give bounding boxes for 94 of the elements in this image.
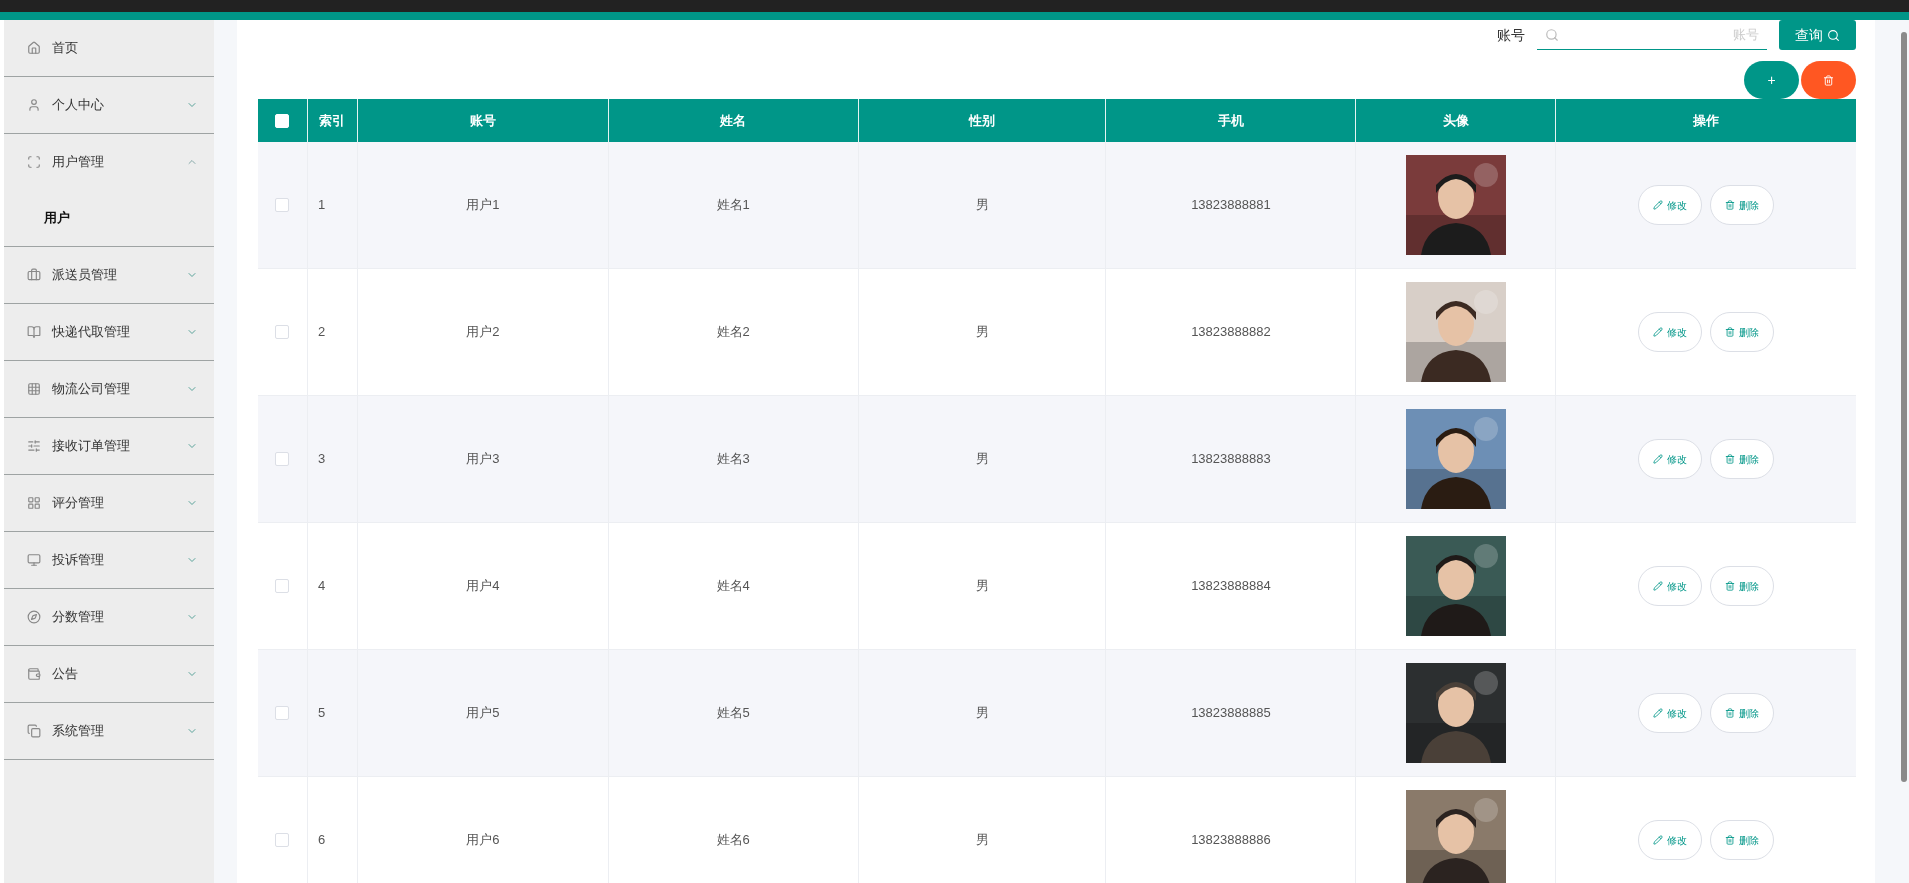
table-cell-text: 2: [317, 323, 326, 342]
edit-button[interactable]: 修改: [1638, 820, 1703, 860]
table-cell-text: 13823888885: [1191, 704, 1271, 723]
table-cell-text: 用户6: [466, 831, 500, 850]
add-button[interactable]: +: [1744, 61, 1799, 99]
checkbox[interactable]: [275, 833, 290, 847]
trash-icon: [1725, 581, 1736, 591]
sidebar-item[interactable]: 系统管理: [4, 703, 214, 759]
column-header: 操作: [1692, 111, 1721, 130]
search-icon: [1545, 28, 1559, 42]
table-cell-text: 用户4: [466, 577, 500, 596]
sidebar-item[interactable]: 派送员管理: [4, 247, 214, 303]
table-cell-text: 4: [317, 577, 326, 596]
checkbox[interactable]: [275, 706, 290, 720]
table-cell-text: 男: [975, 704, 989, 723]
menu-icon: [27, 496, 41, 510]
menu-icon: [27, 382, 41, 396]
pencil-icon: [1653, 454, 1664, 464]
sidebar-item[interactable]: 接收订单管理: [4, 418, 214, 474]
table-cell-text: 用户5: [466, 704, 500, 723]
table-cell-text: 13823888886: [1191, 831, 1271, 850]
trash-icon: [1725, 327, 1736, 337]
table-cell-text: 用户1: [466, 196, 500, 215]
table-cell-text: 13823888882: [1191, 323, 1271, 342]
table-cell-text: 姓名6: [716, 831, 750, 850]
scrollbar[interactable]: [1901, 32, 1907, 782]
table-cell-text: 用户2: [466, 323, 500, 342]
trash-icon: [1725, 454, 1736, 464]
pencil-icon: [1653, 581, 1664, 591]
table-cell-text: 用户3: [466, 450, 500, 469]
menu-icon: [27, 553, 41, 567]
table-cell-text: 13823888883: [1191, 450, 1271, 469]
checkbox[interactable]: [275, 452, 290, 466]
sidebar-item[interactable]: 评分管理: [4, 475, 214, 531]
edit-button[interactable]: 修改: [1638, 439, 1703, 479]
row-delete-button[interactable]: 删除: [1710, 185, 1775, 225]
checkbox[interactable]: [275, 198, 290, 212]
sidebar-item[interactable]: 首页: [4, 20, 214, 76]
pencil-icon: [1653, 327, 1664, 337]
menu-icon: [27, 610, 41, 624]
search-label: 账号: [1497, 25, 1525, 45]
table-cell-text: 姓名3: [716, 450, 750, 469]
menu-icon: [27, 724, 41, 738]
trash-icon: [1725, 200, 1736, 210]
menu-icon: [27, 98, 41, 112]
edit-button[interactable]: 修改: [1638, 566, 1703, 606]
pencil-icon: [1653, 708, 1664, 718]
sidebar-item[interactable]: 投诉管理: [4, 532, 214, 588]
sidebar-item[interactable]: 用户管理: [4, 134, 214, 190]
row-delete-button[interactable]: 删除: [1710, 693, 1775, 733]
table-cell-text: 男: [975, 831, 989, 850]
edit-button[interactable]: 修改: [1638, 185, 1703, 225]
delete-button[interactable]: [1801, 61, 1856, 99]
checkbox[interactable]: [275, 325, 290, 339]
table-cell-text: 男: [975, 450, 989, 469]
table-cell-text: 姓名4: [716, 577, 750, 596]
menu-icon: [27, 667, 41, 681]
table-cell-text: 男: [975, 323, 989, 342]
checkbox[interactable]: [275, 579, 290, 593]
table-cell-text: 3: [317, 450, 326, 469]
menu-icon: [27, 325, 41, 339]
sidebar-item[interactable]: 公告: [4, 646, 214, 702]
table-cell-text: 6: [317, 831, 326, 850]
trash-icon: [1725, 835, 1736, 845]
menu-icon: [27, 155, 41, 169]
pencil-icon: [1653, 200, 1664, 210]
table-cell-text: 姓名1: [716, 196, 750, 215]
menu-icon: [27, 41, 41, 55]
row-delete-button[interactable]: 删除: [1710, 820, 1775, 860]
table-cell-text: 5: [317, 704, 326, 723]
table-cell-text: 男: [975, 196, 989, 215]
row-delete-button[interactable]: 删除: [1710, 439, 1775, 479]
menu-icon: [27, 268, 41, 282]
search-button[interactable]: 查询: [1779, 20, 1856, 50]
table-cell-text: 13823888881: [1191, 196, 1271, 215]
trash-icon: [1823, 74, 1834, 86]
table-cell-text: 姓名5: [716, 704, 750, 723]
sidebar-item[interactable]: 物流公司管理: [4, 361, 214, 417]
table-cell-text: 1: [317, 196, 326, 215]
submenu-item[interactable]: 用户: [4, 190, 214, 246]
table-cell-text: 姓名2: [716, 323, 750, 342]
edit-button[interactable]: 修改: [1638, 312, 1703, 352]
table-cell-text: 男: [975, 577, 989, 596]
pencil-icon: [1653, 835, 1664, 845]
row-delete-button[interactable]: 删除: [1710, 312, 1775, 352]
sidebar-item[interactable]: 分数管理: [4, 589, 214, 645]
table-cell-text: 13823888884: [1191, 577, 1271, 596]
sidebar-item[interactable]: 快递代取管理: [4, 304, 214, 360]
sidebar-item[interactable]: 个人中心: [4, 77, 214, 133]
edit-button[interactable]: 修改: [1638, 693, 1703, 733]
row-delete-button[interactable]: 删除: [1710, 566, 1775, 606]
trash-icon: [1725, 708, 1736, 718]
search-icon: [1827, 28, 1840, 42]
menu-icon: [27, 439, 41, 453]
